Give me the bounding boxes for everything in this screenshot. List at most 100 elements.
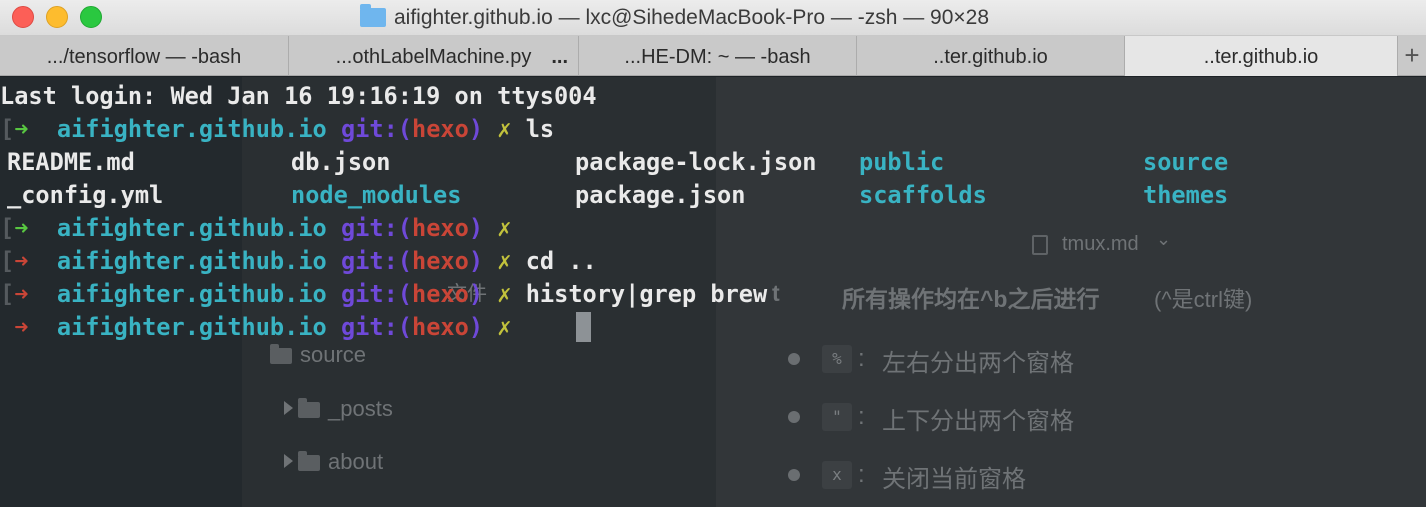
git-branch: hexo	[412, 115, 469, 143]
chevron-right-icon	[284, 454, 293, 468]
dirty-icon: ✗	[497, 313, 512, 341]
title-bar[interactable]: aifighter.github.io — lxc@SihedeMacBook-…	[0, 0, 1426, 36]
ls-output-row: _config.yml node_modules package.json sc…	[0, 179, 1426, 212]
ls-entry-dir: node_modules	[291, 181, 462, 209]
file-icon	[1032, 235, 1048, 255]
prompt-bracket: [	[0, 247, 15, 275]
minimize-window-button[interactable]	[46, 6, 68, 28]
git-branch: hexo	[412, 214, 469, 242]
bullet	[788, 411, 800, 423]
tab-github-io-1[interactable]: ..ter.github.io	[857, 36, 1125, 76]
tab-github-io-2[interactable]: ..ter.github.io	[1125, 36, 1398, 76]
git-branch: hexo	[412, 313, 469, 341]
git-prefix: git:(	[340, 115, 412, 143]
ls-entry-dir: public	[859, 148, 945, 176]
last-login-line: Last login: Wed Jan 16 19:16:19 on ttys0…	[0, 82, 597, 110]
code-key: x	[822, 461, 852, 489]
dirty-icon: ✗	[497, 115, 512, 143]
ls-entry-dir: scaffolds	[859, 181, 987, 209]
prompt-dir: aifighter.github.io	[56, 214, 327, 242]
command-text: history|grep brew	[525, 280, 768, 308]
arrow-right-icon: ➜	[14, 115, 29, 143]
arrow-right-icon: ➜	[14, 313, 29, 341]
window-title: aifighter.github.io — lxc@SihedeMacBook-…	[360, 0, 989, 36]
tab-label: ..ter.github.io	[1203, 46, 1319, 68]
tab-tensorflow[interactable]: .../tensorflow — -bash	[0, 36, 289, 76]
command-text: ls	[525, 115, 555, 143]
ls-entry-dir: themes	[1143, 181, 1229, 209]
doc-bullet-text: 关闭当前窗格	[882, 466, 1026, 493]
tab-bar: .../tensorflow — -bash ...othLabelMachin…	[0, 36, 1426, 76]
doc-bullet-sep: :	[858, 461, 865, 488]
maximize-window-button[interactable]	[80, 6, 102, 28]
folder-icon	[360, 4, 386, 27]
bullet	[788, 353, 800, 365]
ls-entry: package-lock.json	[575, 148, 817, 176]
tab-label: .../tensorflow — -bash	[46, 46, 242, 68]
ls-entry: db.json	[291, 148, 391, 176]
ls-entry: _config.yml	[7, 181, 164, 209]
tab-home[interactable]: ...HE-DM: ~ — -bash	[579, 36, 857, 76]
folder-icon	[298, 451, 320, 471]
prompt-bracket: [	[0, 115, 15, 143]
doc-heading: 所有操作均在^b之后进行	[842, 286, 1100, 312]
git-suffix: )	[468, 280, 484, 308]
dirty-icon: ✗	[497, 247, 512, 275]
doc-heading-note: (^是ctrl键)	[1154, 287, 1253, 312]
doc-heading-prefix: t	[772, 280, 780, 306]
git-prefix: git:(	[340, 214, 412, 242]
arrow-right-icon: ➜	[14, 214, 29, 242]
arrow-right-icon: ➜	[14, 280, 29, 308]
prompt-line: [➜ aifighter.github.io git:(hexo) ✗ hist…	[0, 278, 767, 311]
tab-label: ...HE-DM: ~ — -bash	[624, 46, 811, 68]
text-cursor	[576, 312, 591, 342]
dirty-icon: ✗	[497, 214, 512, 242]
git-prefix: git:(	[340, 313, 412, 341]
git-branch: hexo	[412, 247, 469, 275]
prompt-dir: aifighter.github.io	[56, 115, 327, 143]
doc-bullet-text: 上下分出两个窗格	[882, 408, 1074, 435]
new-tab-button[interactable]: +	[1398, 36, 1426, 76]
ls-output-row: README.md db.json package-lock.json publ…	[0, 146, 1426, 179]
terminal-window: aifighter.github.io — lxc@SihedeMacBook-…	[0, 0, 1426, 507]
prompt-bracket: [	[0, 280, 15, 308]
bullet	[788, 469, 800, 481]
tree-item-source: source	[300, 342, 367, 367]
prompt-line: [➜ aifighter.github.io git:(hexo) ✗ ls	[0, 113, 554, 146]
tab-label-machine[interactable]: ...othLabelMachine.py ...	[289, 36, 579, 76]
arrow-right-icon: ➜	[14, 247, 29, 275]
prompt-line: [➜ aifighter.github.io git:(hexo) ✗ cd .…	[0, 245, 597, 278]
tree-item-posts: _posts	[328, 396, 393, 421]
git-branch: hexo	[412, 280, 469, 308]
chevron-down-icon: ⌄	[1156, 229, 1172, 249]
git-suffix: )	[468, 247, 484, 275]
tree-item-about: about	[328, 449, 384, 474]
doc-bullet-sep: :	[858, 403, 865, 430]
git-prefix: git:(	[340, 280, 412, 308]
ls-entry: README.md	[7, 148, 135, 176]
prompt-dir: aifighter.github.io	[56, 280, 327, 308]
prompt-bracket	[0, 313, 14, 341]
doc-bullet-sep: :	[858, 345, 865, 372]
git-suffix: )	[468, 115, 484, 143]
doc-bullet-text: 左右分出两个窗格	[882, 350, 1074, 377]
prompt-bracket: [	[0, 214, 15, 242]
prompt-dir: aifighter.github.io	[56, 247, 327, 275]
command-text: cd ..	[525, 247, 597, 275]
git-prefix: git:(	[340, 247, 412, 275]
code-key: %	[822, 345, 852, 373]
folder-icon	[270, 344, 292, 364]
close-window-button[interactable]	[12, 6, 34, 28]
ls-entry: package.json	[575, 181, 746, 209]
document-panel: tmux.md ⌄ t 所有操作均在^b之后进行 (^是ctrl键) % : 左…	[716, 77, 1426, 507]
doc-file-tab: tmux.md	[1062, 233, 1139, 255]
chevron-right-icon	[284, 401, 293, 415]
git-suffix: )	[468, 214, 484, 242]
git-suffix: )	[468, 313, 484, 341]
window-title-text: aifighter.github.io — lxc@SihedeMacBook-…	[394, 6, 990, 29]
code-key: "	[822, 403, 852, 431]
folder-icon	[298, 398, 320, 418]
tab-label: ..ter.github.io	[933, 46, 1048, 68]
prompt-dir: aifighter.github.io	[56, 313, 327, 341]
dirty-icon: ✗	[497, 280, 512, 308]
